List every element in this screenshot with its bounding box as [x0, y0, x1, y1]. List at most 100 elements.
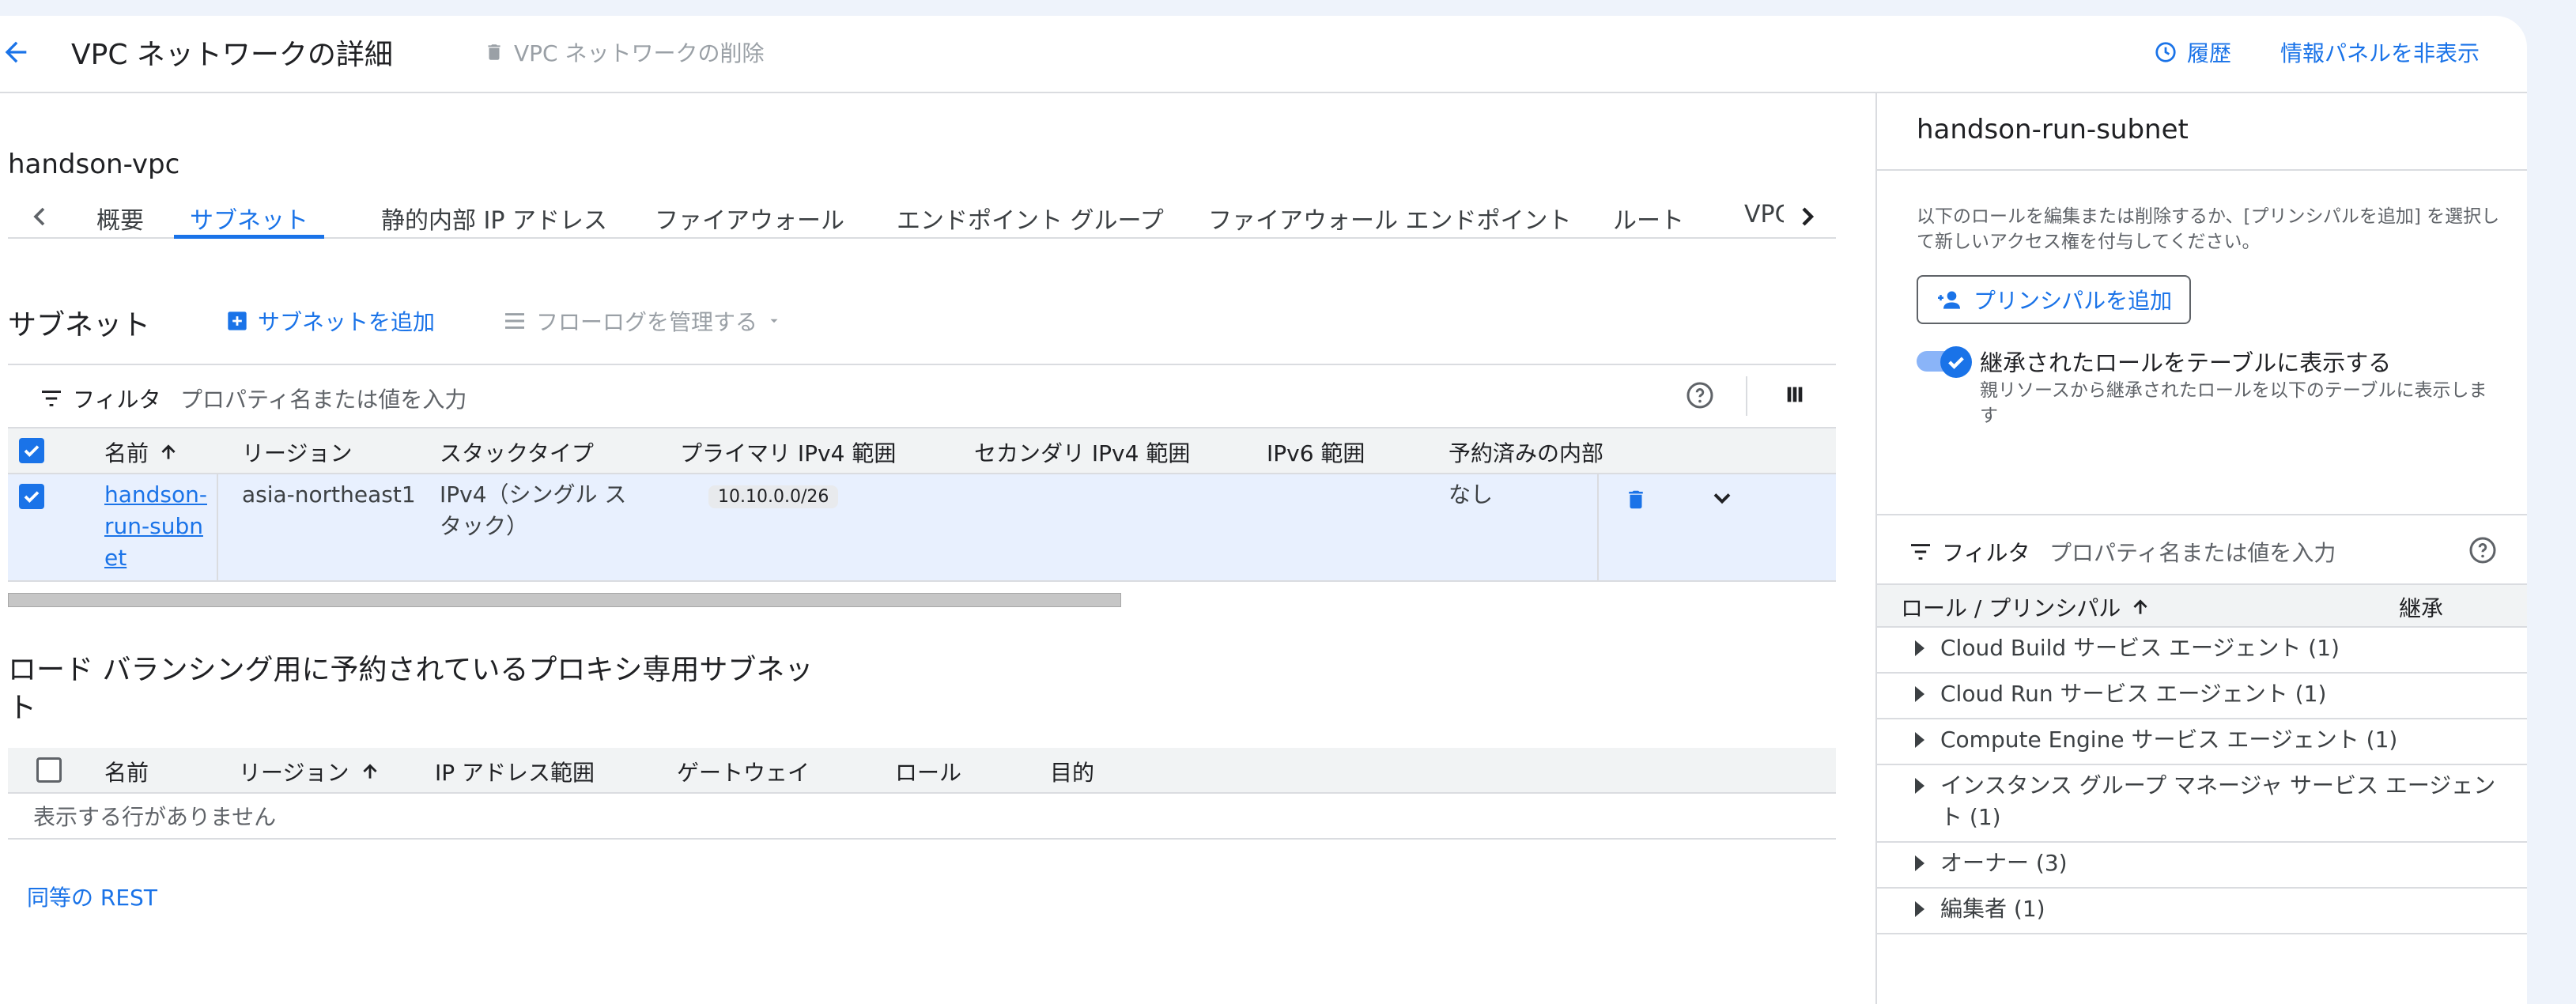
delete-row-trash-icon[interactable] — [1624, 487, 1648, 512]
horizontal-scrollbar[interactable] — [8, 593, 1121, 607]
proxy-column-role[interactable]: ロール — [895, 756, 961, 787]
tab-bar: 概要 サブネット 静的内部 IP アドレス ファイアウォール エンドポイント グ… — [8, 194, 1836, 239]
subnet-filter-bar: フィルタ プロパティ名または値を入力 — [8, 364, 1836, 428]
filter-icon — [42, 391, 61, 406]
chevron-left-icon[interactable] — [24, 201, 55, 232]
help-icon[interactable] — [1686, 381, 1714, 410]
expand-triangle-icon — [1915, 855, 1924, 871]
page-title: VPC ネットワークの詳細 — [71, 39, 393, 71]
role-label: インスタンス グループ マネージャ サービス エージェント (1) — [1940, 772, 2496, 830]
column-ipv6[interactable]: IPv6 範囲 — [1267, 436, 1365, 468]
history-button[interactable]: 履歴 — [2154, 36, 2231, 68]
chevron-right-icon[interactable] — [1792, 201, 1823, 232]
add-subnet-button[interactable]: サブネットを追加 — [226, 305, 435, 337]
top-bar: VPC ネットワークの詳細 VPC ネットワークの削除 履歴 情報パネルを非表示 — [0, 16, 2527, 93]
proxy-column-name[interactable]: 名前 — [104, 756, 149, 787]
clock-icon — [2155, 42, 2176, 62]
divider — [1746, 376, 1747, 416]
divider — [1877, 514, 2527, 515]
role-row-instance-group-manager[interactable]: インスタンス グループ マネージャ サービス エージェント (1) — [1877, 765, 2527, 843]
tab-endpoint-groups[interactable]: エンドポイント グループ — [897, 194, 1164, 239]
toggle-label: 継承されたロールをテーブルに表示する — [1980, 349, 2392, 376]
add-principal-label: プリンシパルを追加 — [1974, 288, 2173, 314]
column-secondary-ipv4[interactable]: セカンダリ IPv4 範囲 — [974, 436, 1190, 468]
proxy-subnets-title: ロード バランシング用に予約されているプロキシ専用サブネット — [8, 654, 814, 724]
primary-ipv4-chip: 10.10.0.0/26 — [708, 485, 839, 508]
tab-firewall[interactable]: ファイアウォール — [655, 194, 844, 239]
filter-button[interactable]: フィルタ — [40, 383, 161, 414]
inherited-roles-toggle[interactable] — [1917, 346, 1972, 378]
divider — [217, 474, 218, 580]
sort-arrow-up-icon — [161, 444, 176, 459]
info-filter-input[interactable]: プロパティ名または値を入力 — [2049, 536, 2336, 568]
checkmark-icon — [24, 491, 40, 503]
table-row[interactable]: handson-run-subnet asia-northeast1 IPv4（… — [8, 474, 1836, 582]
info-filter-label: フィルタ — [1942, 540, 2030, 566]
column-region[interactable]: リージョン — [242, 436, 352, 468]
toggle-knob — [1940, 346, 1972, 378]
back-arrow-icon[interactable] — [0, 36, 32, 68]
subnet-name-link[interactable]: handson-run-subnet — [104, 479, 207, 574]
role-row-owner[interactable]: オーナー (3) — [1877, 843, 2527, 889]
delete-vpc-label: VPC ネットワークの削除 — [514, 40, 765, 66]
proxy-select-all-checkbox[interactable] — [36, 757, 62, 783]
role-row-cloud-run[interactable]: Cloud Run サービス エージェント (1) — [1877, 674, 2527, 719]
vpc-name: handson-vpc — [8, 149, 180, 180]
delete-vpc-button[interactable]: VPC ネットワークの削除 — [484, 36, 765, 68]
proxy-column-gateway[interactable]: ゲートウェイ — [677, 756, 810, 787]
equivalent-rest-link[interactable]: 同等の REST — [27, 881, 157, 912]
tab-vpc-peering[interactable]: VPC — [1744, 194, 1784, 239]
main-content: handson-vpc 概要 サブネット 静的内部 IP アドレス ファイアウォ… — [0, 93, 1875, 1004]
expand-triangle-icon — [1915, 686, 1924, 702]
checkmark-icon — [24, 445, 40, 457]
proxy-column-ip-range[interactable]: IP アドレス範囲 — [435, 756, 595, 787]
column-inherited[interactable]: 継承 — [2399, 591, 2443, 623]
divider — [1877, 169, 2527, 171]
column-name-label: 名前 — [104, 440, 149, 466]
role-label: Compute Engine サービス エージェント (1) — [1940, 727, 2398, 753]
help-icon[interactable] — [2468, 536, 2497, 564]
column-display-icon[interactable] — [1784, 383, 1806, 406]
column-primary-ipv4[interactable]: プライマリ IPv4 範囲 — [680, 436, 896, 468]
add-principal-button[interactable]: プリンシパルを追加 — [1917, 275, 2192, 324]
divider — [1597, 474, 1599, 580]
select-all-checkbox[interactable] — [19, 438, 44, 463]
manage-flow-logs-button[interactable]: フローログを管理する — [503, 305, 781, 337]
column-role-principal[interactable]: ロール / プリンシパル — [1901, 591, 2151, 623]
filter-input[interactable]: プロパティ名または値を入力 — [180, 383, 466, 414]
tab-routes[interactable]: ルート — [1613, 194, 1684, 239]
toggle-description: 親リソースから継承されたロールを以下のテーブルに表示します — [1980, 380, 2487, 426]
role-row-editor[interactable]: 編集者 (1) — [1877, 889, 2527, 934]
hide-info-panel-button[interactable]: 情報パネルを非表示 — [2280, 36, 2480, 68]
subnet-region: asia-northeast1 — [242, 481, 416, 508]
subnet-stack-type: IPv4（シングル スタック） — [440, 481, 627, 539]
filter-icon — [1911, 544, 1930, 560]
row-checkbox[interactable] — [19, 484, 44, 509]
info-panel-title: handson-run-subnet — [1917, 114, 2189, 145]
info-filter-button[interactable]: フィルタ — [1909, 536, 2030, 568]
proxy-column-region-label: リージョン — [239, 760, 349, 786]
role-row-compute-engine[interactable]: Compute Engine サービス エージェント (1) — [1877, 719, 2527, 765]
role-label: オーナー (3) — [1940, 850, 2068, 876]
tab-firewall-endpoints[interactable]: ファイアウォール エンドポイント — [1208, 194, 1572, 239]
proxy-column-region[interactable]: リージョン — [239, 756, 380, 787]
tab-overview[interactable]: 概要 — [96, 194, 144, 239]
expand-triangle-icon — [1915, 732, 1924, 748]
empty-table-message: 表示する行がありません — [8, 794, 1836, 840]
sort-arrow-up-icon — [363, 764, 378, 779]
page: VPC ネットワークの詳細 VPC ネットワークの削除 履歴 情報パネルを非表示… — [0, 16, 2527, 1004]
expand-triangle-icon — [1915, 901, 1924, 917]
tab-subnets[interactable]: サブネット — [174, 194, 324, 239]
proxy-column-purpose[interactable]: 目的 — [1050, 756, 1094, 787]
expand-triangle-icon — [1915, 778, 1924, 794]
trash-icon — [488, 44, 500, 60]
tab-static-internal-ip[interactable]: 静的内部 IP アドレス — [381, 194, 607, 239]
column-stack-type[interactable]: スタックタイプ — [440, 436, 594, 468]
info-panel: handson-run-subnet 以下のロールを編集または削除するか、[プリ… — [1875, 93, 2527, 1004]
column-reserved-internal[interactable]: 予約済みの内部 — [1449, 436, 1603, 468]
role-row-cloud-build[interactable]: Cloud Build サービス エージェント (1) — [1877, 628, 2527, 674]
add-person-icon — [1938, 291, 1960, 309]
filter-label: フィルタ — [73, 387, 161, 413]
chevron-down-icon[interactable] — [1708, 484, 1736, 512]
column-name[interactable]: 名前 — [104, 436, 179, 468]
